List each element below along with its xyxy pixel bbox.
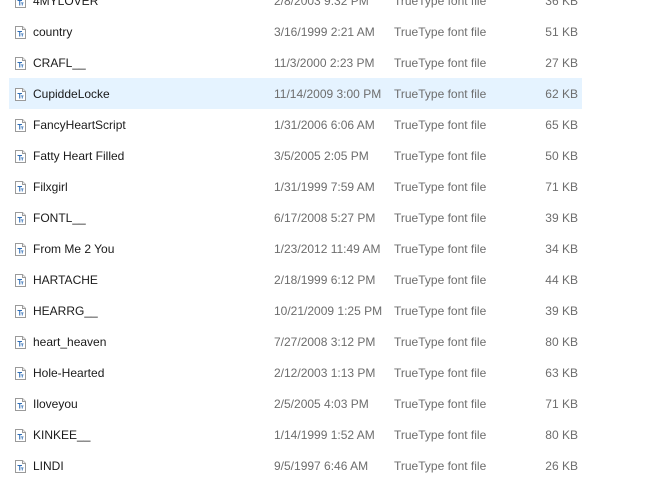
truetype-font-file-icon — [15, 26, 26, 39]
file-date-modified: 10/21/2009 1:25 PM — [274, 304, 383, 318]
file-type: TrueType font file — [394, 242, 487, 256]
truetype-font-file-icon — [15, 119, 26, 132]
file-size: 51 KB — [545, 25, 578, 39]
file-row-11[interactable]: heart_heaven 7/27/2008 3:12 PM TrueType … — [9, 326, 582, 357]
file-row-15[interactable]: LINDI 9/5/1997 6:46 AM TrueType font fil… — [9, 450, 582, 481]
truetype-font-file-icon — [15, 0, 26, 8]
file-name: Hole-Hearted — [33, 366, 105, 380]
file-type: TrueType font file — [394, 397, 487, 411]
file-name: heart_heaven — [33, 335, 107, 349]
file-type: TrueType font file — [394, 273, 487, 287]
file-size: 71 KB — [545, 397, 578, 411]
file-name: HEARRG__ — [33, 304, 98, 318]
file-size: 39 KB — [545, 304, 578, 318]
file-size: 71 KB — [545, 180, 578, 194]
file-date-modified: 1/23/2012 11:49 AM — [274, 242, 381, 256]
file-size: 34 KB — [545, 242, 578, 256]
truetype-font-file-icon — [15, 336, 26, 349]
truetype-font-file-icon — [15, 243, 26, 256]
file-row-4[interactable]: FancyHeartScript 1/31/2006 6:06 AM TrueT… — [9, 109, 582, 140]
file-name: FONTL__ — [33, 211, 86, 225]
file-row-12[interactable]: Hole-Hearted 2/12/2003 1:13 PM TrueType … — [9, 357, 582, 388]
file-size: 44 KB — [545, 273, 578, 287]
truetype-font-file-icon — [15, 367, 26, 380]
file-type: TrueType font file — [394, 180, 487, 194]
file-type: TrueType font file — [394, 459, 487, 473]
file-size: 27 KB — [545, 56, 578, 70]
truetype-font-file-icon — [15, 57, 26, 70]
file-type: TrueType font file — [394, 0, 487, 8]
file-type: TrueType font file — [394, 211, 487, 225]
file-type: TrueType font file — [394, 118, 487, 132]
file-name: Fatty Heart Filled — [33, 149, 125, 163]
file-date-modified: 2/5/2005 4:03 PM — [274, 397, 369, 411]
file-date-modified: 3/5/2005 2:05 PM — [274, 149, 369, 163]
file-row-1[interactable]: country 3/16/1999 2:21 AM TrueType font … — [9, 16, 582, 47]
file-size: 26 KB — [545, 459, 578, 473]
file-row-10[interactable]: HEARRG__ 10/21/2009 1:25 PM TrueType fon… — [9, 295, 582, 326]
file-name: country — [33, 25, 73, 39]
file-row-14[interactable]: KINKEE__ 1/14/1999 1:52 AM TrueType font… — [9, 419, 582, 450]
file-date-modified: 1/14/1999 1:52 AM — [274, 428, 375, 442]
file-name: Filxgirl — [33, 180, 68, 194]
file-row-3[interactable]: CupiddeLocke 11/14/2009 3:00 PM TrueType… — [9, 78, 582, 109]
truetype-font-file-icon — [15, 181, 26, 194]
file-list: 4MYLOVER 2/8/2003 9:32 PM TrueType font … — [0, 0, 659, 481]
file-name: CRAFL__ — [33, 56, 86, 70]
file-row-5[interactable]: Fatty Heart Filled 3/5/2005 2:05 PM True… — [9, 140, 582, 171]
file-type: TrueType font file — [394, 304, 487, 318]
file-type: TrueType font file — [394, 366, 487, 380]
file-size: 65 KB — [545, 118, 578, 132]
file-date-modified: 6/17/2008 5:27 PM — [274, 211, 376, 225]
file-size: 80 KB — [545, 335, 578, 349]
file-type: TrueType font file — [394, 149, 487, 163]
file-date-modified: 7/27/2008 3:12 PM — [274, 335, 376, 349]
file-name: 4MYLOVER — [33, 0, 99, 8]
file-name: From Me 2 You — [33, 242, 115, 256]
truetype-font-file-icon — [15, 429, 26, 442]
file-type: TrueType font file — [394, 335, 487, 349]
file-date-modified: 3/16/1999 2:21 AM — [274, 25, 375, 39]
file-row-7[interactable]: FONTL__ 6/17/2008 5:27 PM TrueType font … — [9, 202, 582, 233]
file-type: TrueType font file — [394, 87, 487, 101]
file-size: 39 KB — [545, 211, 578, 225]
file-date-modified: 11/3/2000 2:23 PM — [274, 56, 375, 70]
file-size: 62 KB — [545, 87, 578, 101]
truetype-font-file-icon — [15, 460, 26, 473]
file-row-2[interactable]: CRAFL__ 11/3/2000 2:23 PM TrueType font … — [9, 47, 582, 78]
truetype-font-file-icon — [15, 212, 26, 225]
file-date-modified: 1/31/1999 7:59 AM — [274, 180, 375, 194]
file-row-13[interactable]: Iloveyou 2/5/2005 4:03 PM TrueType font … — [9, 388, 582, 419]
file-name: CupiddeLocke — [33, 87, 110, 101]
file-date-modified: 11/14/2009 3:00 PM — [274, 87, 382, 101]
truetype-font-file-icon — [15, 398, 26, 411]
file-name: FancyHeartScript — [33, 118, 126, 132]
file-name: Iloveyou — [33, 397, 78, 411]
file-row-6[interactable]: Filxgirl 1/31/1999 7:59 AM TrueType font… — [9, 171, 582, 202]
file-date-modified: 9/5/1997 6:46 AM — [274, 459, 369, 473]
truetype-font-file-icon — [15, 88, 26, 101]
file-date-modified: 2/18/1999 6:12 PM — [274, 273, 376, 287]
file-type: TrueType font file — [394, 56, 487, 70]
truetype-font-file-icon — [15, 305, 26, 318]
file-size: 63 KB — [545, 366, 578, 380]
file-size: 80 KB — [545, 428, 578, 442]
file-name: LINDI — [33, 459, 64, 473]
truetype-font-file-icon — [15, 150, 26, 163]
file-name: HARTACHE — [33, 273, 98, 287]
file-row-8[interactable]: From Me 2 You 1/23/2012 11:49 AM TrueTyp… — [9, 233, 582, 264]
file-date-modified: 2/8/2003 9:32 PM — [274, 0, 369, 8]
file-size: 50 KB — [545, 149, 578, 163]
truetype-font-file-icon — [15, 274, 26, 287]
file-type: TrueType font file — [394, 428, 487, 442]
file-type: TrueType font file — [394, 25, 487, 39]
file-date-modified: 1/31/2006 6:06 AM — [274, 118, 375, 132]
file-name: KINKEE__ — [33, 428, 91, 442]
file-row-0[interactable]: 4MYLOVER 2/8/2003 9:32 PM TrueType font … — [9, 0, 582, 16]
file-row-9[interactable]: HARTACHE 2/18/1999 6:12 PM TrueType font… — [9, 264, 582, 295]
file-size: 36 KB — [545, 0, 578, 8]
file-date-modified: 2/12/2003 1:13 PM — [274, 366, 376, 380]
